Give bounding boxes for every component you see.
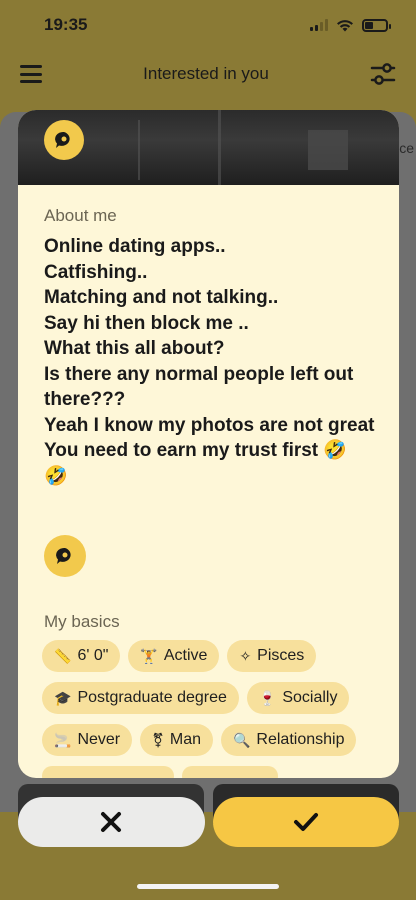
- chat-bubble-icon: [56, 547, 71, 564]
- compliment-about-button[interactable]: [44, 535, 86, 577]
- check-icon: [293, 813, 318, 831]
- smoking-icon: 🚬: [54, 731, 72, 748]
- chip-education: 🎓 Postgraduate degree: [42, 682, 239, 714]
- compliment-button[interactable]: [44, 120, 84, 160]
- profile-photo[interactable]: [18, 110, 399, 185]
- pass-button[interactable]: [18, 797, 205, 847]
- my-basics-label: My basics: [44, 612, 120, 631]
- chip-row-partial: [42, 766, 387, 778]
- profile-card[interactable]: About me Online dating apps.. Catfishing…: [18, 110, 399, 778]
- status-time: 19:35: [44, 15, 88, 34]
- page-title: Interested in you: [143, 64, 269, 83]
- status-icons: [310, 18, 391, 32]
- signal-icon: [310, 19, 328, 31]
- close-icon: [101, 812, 122, 832]
- action-bar: [18, 797, 399, 847]
- battery-icon: [362, 18, 391, 32]
- graduation-cap-icon: 🎓: [54, 689, 72, 706]
- dumbbell-icon: 🏋: [140, 647, 158, 664]
- chip-looking-for: 🔍 Relationship: [220, 724, 357, 756]
- chip-height: 📏 6' 0": [42, 640, 121, 672]
- chip-gender: ⚧ Man: [140, 724, 213, 756]
- chat-bubble-icon: [55, 131, 70, 148]
- chip-drinking: 🍷 Socially: [246, 682, 350, 714]
- basics-chips: 📏 6' 0" 🏋 Active ✧ Pisces 🎓 Postgraduate deg…: [42, 640, 387, 778]
- chip-exercise: 🏋 Active: [128, 640, 220, 672]
- search-icon: 🔍: [232, 731, 251, 748]
- status-bar: 19:35: [0, 0, 416, 50]
- wifi-icon: [337, 19, 353, 31]
- wine-glass-icon: 🍷: [258, 689, 277, 706]
- zodiac-icon: ✧: [239, 647, 252, 664]
- about-me-text: Online dating apps.. Catfishing.. Matchi…: [44, 236, 375, 487]
- filter-icon[interactable]: [370, 62, 396, 86]
- gender-icon: ⚧: [152, 731, 164, 748]
- menu-icon[interactable]: [20, 65, 42, 83]
- next-profile-peek-text: ce: [399, 140, 414, 156]
- top-bar: Interested in you: [0, 52, 416, 96]
- home-indicator: [137, 884, 279, 889]
- chip-smoking: 🚬 Never: [42, 724, 133, 756]
- like-button[interactable]: [212, 797, 399, 847]
- ruler-icon: 📏: [54, 647, 72, 664]
- chip-zodiac: ✧ Pisces: [227, 640, 317, 672]
- about-me-label: About me: [44, 206, 117, 225]
